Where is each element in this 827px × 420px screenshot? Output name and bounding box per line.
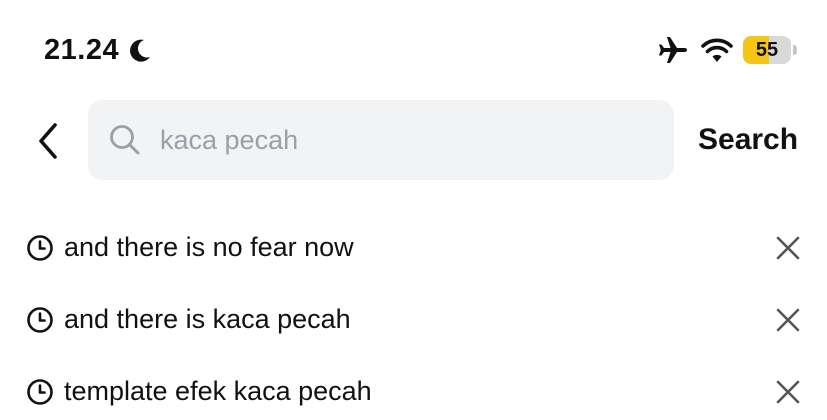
battery-icon: 55 (743, 36, 797, 64)
search-screen: 21.24 55 kaca pecah Search and there is … (0, 0, 827, 420)
moon-icon (127, 37, 153, 63)
close-icon (776, 308, 800, 332)
clock-icon (26, 234, 54, 262)
close-icon (776, 236, 800, 260)
search-input[interactable] (160, 124, 640, 156)
clock-icon (26, 378, 54, 406)
status-time: 21.24 (44, 34, 120, 66)
remove-history-button[interactable] (772, 232, 804, 264)
search-submit-button[interactable]: Search (698, 120, 798, 160)
remove-history-button[interactable] (772, 304, 804, 336)
history-item-label: template efek kaca pecah (64, 376, 372, 406)
status-icons: 55 (657, 34, 797, 66)
history-item[interactable]: and there is no fear now (0, 210, 827, 282)
history-item[interactable]: and there is kaca pecah (0, 282, 827, 354)
close-icon (776, 380, 800, 404)
remove-history-button[interactable] (772, 376, 804, 408)
battery-tip (793, 45, 797, 55)
history-item-label: and there is kaca pecah (64, 304, 351, 334)
history-item-label: and there is no fear now (64, 232, 354, 262)
search-icon (108, 123, 142, 157)
wifi-icon (701, 36, 733, 64)
status-bar: 21.24 55 (0, 0, 827, 96)
airplane-icon (657, 34, 689, 66)
history-item[interactable]: template efek kaca pecah (0, 354, 827, 420)
search-box[interactable] (88, 100, 674, 180)
status-time-group: 21.24 (44, 32, 153, 68)
battery-body: 55 (743, 36, 791, 64)
back-button[interactable] (28, 118, 68, 164)
battery-level: 55 (755, 39, 779, 61)
clock-icon (26, 306, 54, 334)
chevron-left-icon (39, 123, 57, 159)
